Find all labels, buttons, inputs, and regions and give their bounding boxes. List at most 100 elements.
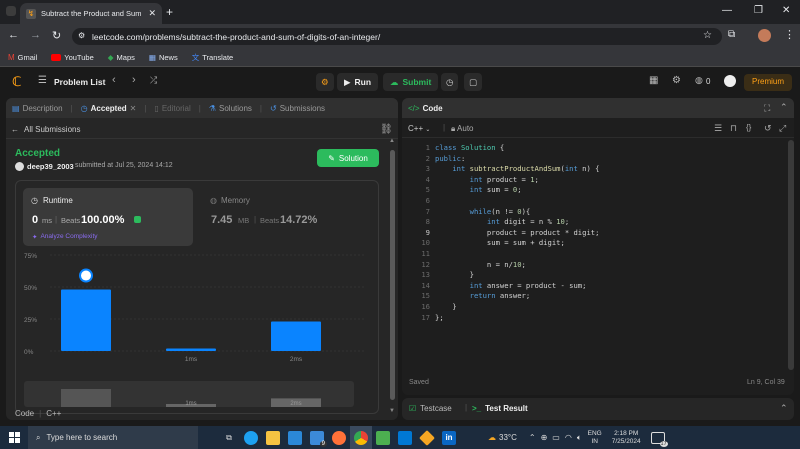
reset-icon[interactable]: ↺: [764, 123, 772, 134]
runtime-card[interactable]: ◷ Runtime 0 ms | Beats 100.00% ✦ Analyze …: [23, 188, 193, 246]
shuffle-icon[interactable]: ⤮: [150, 75, 157, 86]
bookmark-maps[interactable]: ◆ Maps: [108, 53, 135, 62]
battery-icon[interactable]: ▭: [552, 433, 560, 443]
chrome-icon[interactable]: [350, 426, 372, 449]
back-to-submissions[interactable]: ← All Submissions: [11, 125, 80, 134]
taskbar-search-box[interactable]: ⌕ Type here to search: [28, 426, 198, 449]
tab-accepted[interactable]: ◷ Accepted ✕: [81, 104, 137, 113]
minimize-icon[interactable]: —: [722, 5, 732, 16]
format-icon[interactable]: ☰: [714, 123, 722, 134]
site-info-icon[interactable]: ⚙: [78, 31, 85, 40]
runtime-beats-label: Beats: [61, 216, 81, 225]
premium-button[interactable]: Premium: [744, 74, 793, 91]
tab-menu-icon[interactable]: [6, 6, 16, 16]
store-icon[interactable]: [284, 426, 306, 449]
runtime-distribution-chart: 75% 50% 25% 0% 1ms 2ms 1ms 2ms: [24, 253, 366, 407]
clock[interactable]: 2:18 PM 7/25/2024: [612, 430, 641, 446]
url-input[interactable]: ⚙ leetcode.com/problems/subtract-the-pro…: [72, 28, 722, 45]
network-icon[interactable]: ⊕: [541, 433, 548, 443]
notifications-icon[interactable]: 17: [650, 431, 668, 447]
leetcode-logo-icon[interactable]: ℂ: [12, 74, 22, 90]
bookmark-translate[interactable]: 文 Translate: [192, 52, 234, 63]
tab-solutions[interactable]: ⚗ Solutions: [209, 104, 252, 113]
tab-test-result[interactable]: >_ Test Result: [472, 404, 528, 413]
vscode-icon[interactable]: [394, 426, 416, 449]
overview-bar: [61, 389, 111, 407]
browser-tab[interactable]: ↯ Subtract the Product and Sum ✕: [20, 3, 162, 24]
run-button[interactable]: ▶ Run: [337, 73, 379, 91]
language-indicator[interactable]: ENG IN: [588, 430, 602, 446]
left-scrollbar[interactable]: ▲ ▼: [389, 138, 395, 418]
forward-icon[interactable]: →: [30, 29, 41, 41]
tab-submissions[interactable]: ↺ Submissions: [270, 104, 325, 113]
code-text-area[interactable]: class Solution {public: int subtractProd…: [435, 143, 780, 323]
file-explorer-icon[interactable]: [262, 426, 284, 449]
debug-button[interactable]: ⚙: [316, 73, 334, 91]
wifi-icon[interactable]: ◠: [565, 433, 572, 443]
fullscreen-icon[interactable]: ⤢: [779, 123, 786, 134]
solution-button[interactable]: ✎ Solution: [317, 149, 379, 167]
weather-icon: ☁: [488, 433, 496, 442]
y-tick-label: 50%: [24, 285, 37, 292]
mail-icon[interactable]: 9: [306, 426, 328, 449]
language-select[interactable]: C++ ⌄: [408, 124, 430, 133]
problem-list-link[interactable]: Problem List: [54, 77, 105, 87]
volume-icon[interactable]: 🔈︎: [577, 433, 582, 443]
bookmark-gmail[interactable]: M Gmail: [8, 53, 37, 62]
extensions-icon[interactable]: ⧉: [728, 29, 735, 40]
git-app-icon[interactable]: [416, 426, 438, 449]
linkedin-icon[interactable]: in: [438, 426, 460, 449]
expand-console-icon[interactable]: ⌃: [780, 403, 788, 414]
close-tab-icon[interactable]: ✕: [130, 104, 137, 113]
your-submission-marker: [79, 268, 93, 283]
submit-button[interactable]: ☁ Submit: [383, 73, 439, 91]
beats-badge-icon: [134, 216, 141, 223]
windows-start-icon[interactable]: [0, 426, 28, 449]
bookmark-youtube[interactable]: YouTube: [51, 53, 94, 62]
reload-icon[interactable]: ↻: [52, 29, 61, 42]
bookmark-news[interactable]: ▦ News: [149, 53, 178, 62]
tab-description[interactable]: ▤ Description: [12, 104, 63, 113]
code-line: while(n != 0){: [469, 206, 531, 216]
notes-button[interactable]: ▢: [464, 73, 483, 91]
bookmark-icon[interactable]: ⊓: [730, 123, 737, 134]
code-line: product = product * digit;: [435, 227, 600, 237]
settings-gear-icon[interactable]: ⚙: [672, 75, 681, 86]
timer-button[interactable]: ◷: [441, 73, 459, 91]
tab-editorial[interactable]: ▯ Editorial: [154, 104, 190, 113]
bookmark-star-icon[interactable]: ☆: [703, 30, 712, 41]
browser-menu-icon[interactable]: ⋮: [784, 28, 795, 41]
edge-icon[interactable]: [240, 426, 262, 449]
user-avatar[interactable]: [724, 75, 736, 87]
prev-problem-icon[interactable]: ‹: [112, 74, 116, 86]
runtime-clock-icon: ◷: [31, 196, 38, 205]
close-tab-icon[interactable]: ✕: [148, 8, 156, 19]
firefox-icon[interactable]: [328, 426, 350, 449]
profile-avatar[interactable]: [758, 29, 771, 42]
translate-icon: 文: [191, 52, 200, 62]
layout-icon[interactable]: ▦: [649, 75, 658, 86]
app-cube-icon[interactable]: [372, 426, 394, 449]
share-link-icon[interactable]: ⛓: [380, 124, 393, 135]
maximize-icon[interactable]: ❐: [754, 5, 763, 16]
weather-widget[interactable]: ☁ 33°C: [488, 433, 517, 442]
braces-icon[interactable]: {}: [746, 123, 751, 132]
line-number: 7: [425, 206, 430, 216]
auto-mode-toggle[interactable]: 🔒︎ Auto: [451, 124, 474, 134]
new-tab-icon[interactable]: +: [166, 5, 173, 19]
back-icon[interactable]: ←: [8, 29, 19, 41]
task-view-icon[interactable]: ⧉: [218, 426, 240, 449]
windows-taskbar: ⌕ Type here to search ⧉ 9 in ☁ 33°C ⌃ ⊕ ▭ …: [0, 426, 800, 449]
maximize-panel-icon[interactable]: ⛶: [764, 103, 770, 114]
editor-scrollbar[interactable]: [788, 140, 794, 370]
leetcode-favicon-icon: ↯: [26, 8, 36, 19]
next-problem-icon[interactable]: ›: [132, 74, 136, 86]
collapse-panel-icon[interactable]: ⌃: [780, 102, 788, 113]
analyze-complexity-link[interactable]: ✦ Analyze Complexity: [32, 233, 98, 241]
memory-title[interactable]: Memory: [221, 196, 250, 205]
username[interactable]: deep39_2003: [27, 162, 74, 171]
streak-icon[interactable]: ◍: [695, 75, 703, 86]
tray-chevron-icon[interactable]: ⌃: [529, 433, 536, 443]
close-window-icon[interactable]: ✕: [782, 5, 790, 16]
tab-testcase[interactable]: ☑ Testcase: [409, 404, 452, 413]
